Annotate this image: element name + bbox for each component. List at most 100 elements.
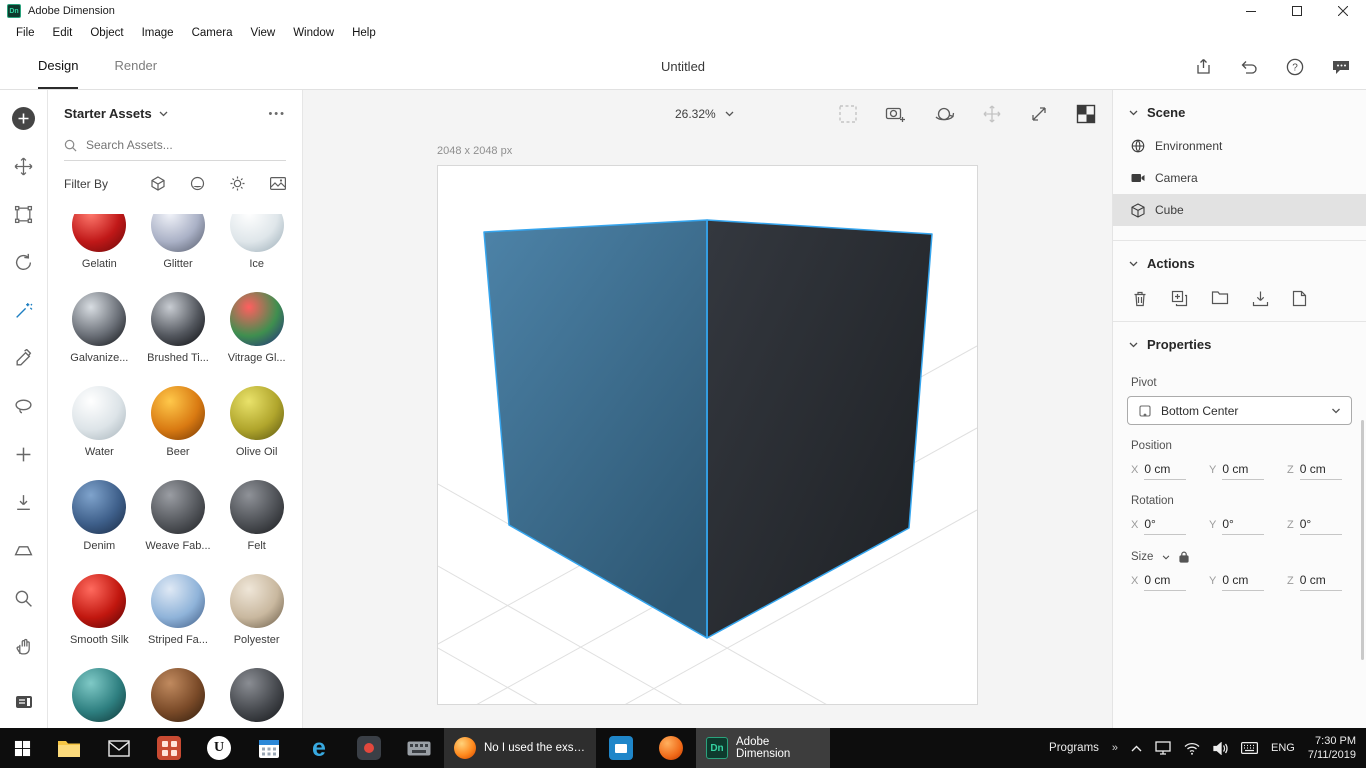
tab-render[interactable]: Render	[114, 44, 157, 89]
minimize-button[interactable]	[1228, 0, 1274, 22]
sampler-tool[interactable]	[0, 334, 48, 382]
chevron-down-icon[interactable]	[1162, 554, 1170, 560]
firefox-window-button[interactable]: No I used the exsti...	[444, 728, 596, 768]
scene-item-camera[interactable]: Camera	[1113, 162, 1366, 194]
monitor-tray-button[interactable]	[1155, 741, 1171, 755]
menu-help[interactable]: Help	[343, 27, 385, 39]
maximize-button[interactable]	[1274, 0, 1320, 22]
close-button[interactable]	[1320, 0, 1366, 22]
position-y-field[interactable]: 0 cm	[1222, 462, 1265, 480]
move-tool[interactable]	[0, 142, 48, 190]
wifi-tray-button[interactable]	[1184, 742, 1200, 755]
assets-panel-title[interactable]: Starter Assets	[64, 106, 152, 121]
menu-image[interactable]: Image	[133, 27, 183, 39]
lights-filter-icon[interactable]	[230, 176, 245, 191]
scene-item-environment[interactable]: Environment	[1113, 130, 1366, 162]
material-thumb[interactable]	[72, 292, 127, 346]
select-tool[interactable]	[0, 190, 48, 238]
asset-material[interactable]: Weave Fab...	[139, 480, 218, 574]
rotation-x-field[interactable]: 0°	[1144, 517, 1187, 535]
panel-scrollbar[interactable]	[1361, 420, 1364, 660]
delete-button[interactable]	[1132, 290, 1148, 307]
chevron-down-icon[interactable]	[159, 111, 168, 117]
canvas[interactable]	[437, 165, 978, 705]
material-thumb[interactable]	[229, 480, 284, 534]
menu-file[interactable]: File	[7, 27, 44, 39]
material-thumb[interactable]	[229, 574, 284, 628]
asset-material[interactable]: Glitter	[139, 214, 218, 292]
help-button[interactable]: ?	[1286, 58, 1304, 76]
material-thumb[interactable]	[150, 668, 205, 722]
material-thumb[interactable]	[150, 480, 205, 534]
images-filter-icon[interactable]	[270, 177, 286, 190]
calendar-button[interactable]	[244, 728, 294, 768]
material-thumb[interactable]	[72, 574, 127, 628]
asset-material[interactable]: Smooth Silk	[60, 574, 139, 668]
material-thumb[interactable]	[72, 386, 127, 440]
asset-material[interactable]: Olive Oil	[217, 386, 296, 480]
material-thumb[interactable]	[229, 214, 284, 252]
assets-more-button[interactable]: •••	[268, 108, 286, 120]
camera-bookmark-button[interactable]	[885, 104, 907, 124]
search-input[interactable]	[86, 138, 256, 152]
volume-tray-button[interactable]	[1213, 741, 1228, 755]
scene-item-cube[interactable]: Cube	[1113, 194, 1366, 226]
frame-button[interactable]	[838, 104, 858, 124]
asset-material[interactable]: Beer	[139, 386, 218, 480]
export-button[interactable]	[1252, 290, 1269, 307]
lock-icon[interactable]	[1179, 551, 1189, 563]
orbit-camera-button[interactable]	[934, 104, 955, 124]
material-thumb[interactable]	[150, 214, 205, 252]
menu-edit[interactable]: Edit	[44, 27, 82, 39]
asset-material[interactable]: Water	[60, 386, 139, 480]
add-content-tool[interactable]	[0, 94, 48, 142]
material-thumb[interactable]	[229, 386, 284, 440]
blue-app-button[interactable]	[596, 728, 646, 768]
pan-tool[interactable]	[0, 622, 48, 670]
asset-material[interactable]: Felt	[217, 480, 296, 574]
programs-label[interactable]: Programs	[1049, 742, 1099, 754]
pan-camera-button[interactable]	[982, 104, 1002, 124]
undo-button[interactable]	[1240, 59, 1258, 75]
asset-material[interactable]	[60, 668, 139, 728]
menu-window[interactable]: Window	[284, 27, 343, 39]
menu-object[interactable]: Object	[81, 27, 132, 39]
overflow-glyph[interactable]: »	[1112, 742, 1118, 754]
app-grid-button[interactable]	[144, 728, 194, 768]
menu-camera[interactable]: Camera	[183, 27, 242, 39]
drop-to-ground-tool[interactable]	[0, 478, 48, 526]
duplicate-button[interactable]	[1171, 290, 1188, 307]
horizon-tool[interactable]	[0, 526, 48, 574]
asset-material[interactable]	[139, 668, 218, 728]
material-thumb[interactable]	[72, 480, 127, 534]
size-x-field[interactable]: 0 cm	[1144, 573, 1187, 591]
chevron-down-icon[interactable]	[1129, 110, 1138, 116]
material-thumb[interactable]	[229, 668, 284, 722]
asset-material[interactable]	[217, 668, 296, 728]
size-y-field[interactable]: 0 cm	[1222, 573, 1265, 591]
file-explorer-button[interactable]	[44, 728, 94, 768]
models-filter-icon[interactable]	[151, 176, 165, 191]
zoom-control[interactable]: 26.32%	[675, 107, 734, 121]
rotation-y-field[interactable]: 0°	[1222, 517, 1265, 535]
materials-filter-icon[interactable]	[190, 176, 205, 191]
cube-object[interactable]	[483, 219, 933, 639]
material-thumb[interactable]	[72, 668, 127, 722]
dolly-camera-button[interactable]	[1029, 104, 1049, 124]
material-thumb[interactable]	[150, 386, 205, 440]
chevron-down-icon[interactable]	[1129, 261, 1138, 267]
dark-app-button[interactable]	[344, 728, 394, 768]
lasso-tool[interactable]	[0, 382, 48, 430]
material-thumb[interactable]	[150, 292, 205, 346]
group-button[interactable]	[1211, 290, 1229, 307]
size-z-field[interactable]: 0 cm	[1299, 573, 1342, 591]
new-file-button[interactable]	[1292, 290, 1307, 307]
asset-material[interactable]: Vitrage Gl...	[217, 292, 296, 386]
scene-render[interactable]	[438, 166, 977, 704]
asset-material[interactable]: Ice	[217, 214, 296, 292]
asset-material[interactable]: Gelatin	[60, 214, 139, 292]
magic-wand-tool[interactable]	[0, 286, 48, 334]
dimension-window-button[interactable]: Dn Adobe Dimension	[696, 728, 830, 768]
clock[interactable]: 7:30 PM 7/11/2019	[1308, 734, 1356, 763]
pivot-dropdown[interactable]: Bottom Center	[1127, 396, 1352, 425]
